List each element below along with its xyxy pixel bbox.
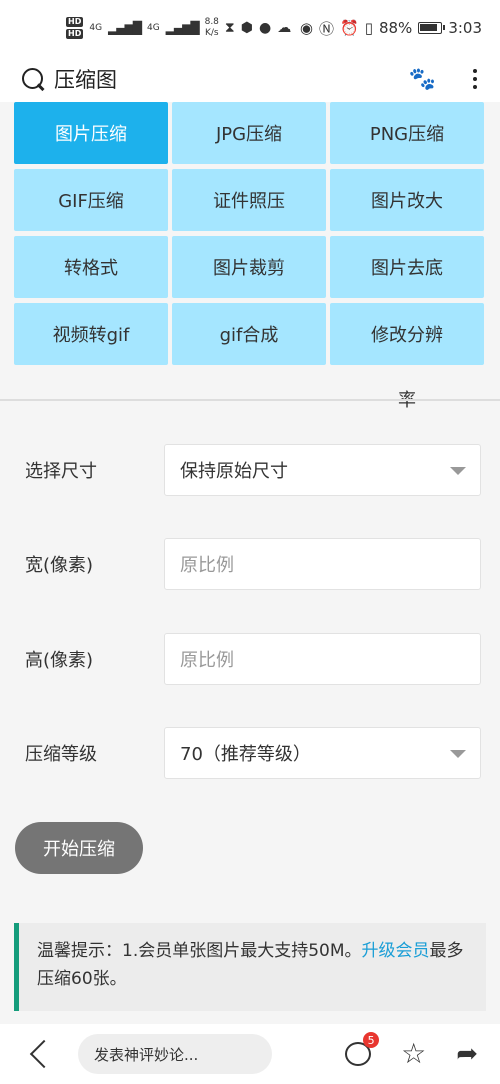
tool-tile-resolution[interactable]: 修改分辨 xyxy=(330,303,484,365)
tool-tile-gif[interactable]: GIF压缩 xyxy=(14,169,168,231)
section-divider xyxy=(0,399,500,401)
height-input-placeholder: 原比例 xyxy=(180,650,234,671)
star-icon[interactable]: ☆ xyxy=(401,1040,426,1068)
search-icon[interactable] xyxy=(20,66,46,92)
back-icon[interactable] xyxy=(29,1039,59,1069)
comment-count-badge: 5 xyxy=(363,1032,380,1048)
caret-down-icon xyxy=(450,467,466,475)
tip-text: 温馨提示：1.会员单张图片最大支持50M。 xyxy=(37,941,362,961)
size-select-value: 保持原始尺寸 xyxy=(180,461,288,482)
hd-badge-1: HD xyxy=(66,17,84,27)
upgrade-member-link[interactable]: 升级会员 xyxy=(362,941,430,961)
caret-down-icon xyxy=(450,750,466,758)
tool-tile-id-photo[interactable]: 证件照压 xyxy=(172,169,326,231)
comment-input[interactable]: 发表神评妙论... xyxy=(78,1034,272,1074)
hd-badge-2: HD xyxy=(66,29,84,39)
width-input-placeholder: 原比例 xyxy=(180,555,234,576)
chat-icon: ● xyxy=(258,20,272,36)
width-input[interactable]: 原比例 xyxy=(164,538,481,590)
level-select-value: 70（推荐等级） xyxy=(180,744,311,765)
tool-tile-jpg[interactable]: JPG压缩 xyxy=(172,102,326,164)
level-select[interactable]: 70（推荐等级） xyxy=(164,727,481,779)
size-select[interactable]: 保持原始尺寸 xyxy=(164,444,481,496)
tool-grid: 图片压缩 JPG压缩 PNG压缩 GIF压缩 证件照压 图片改大 转格式 图片裁… xyxy=(14,102,484,365)
level-label: 压缩等级 xyxy=(25,744,97,765)
clock: 3:03 xyxy=(448,19,482,37)
tip-box: 温馨提示：1.会员单张图片最大支持50M。升级会员最多压缩60张。 xyxy=(14,923,486,1011)
form-row-size: 选择尺寸 保持原始尺寸 xyxy=(0,444,500,496)
tool-tile-gif-merge[interactable]: gif合成 xyxy=(172,303,326,365)
hd-indicators: HD HD xyxy=(66,17,84,39)
nfc-icon: Ⓝ xyxy=(319,19,335,38)
status-right: ◉ Ⓝ ⏰ ▯ 88% 3:03 xyxy=(300,18,482,39)
network-type-2: 4G xyxy=(146,23,160,33)
start-compress-button[interactable]: 开始压缩 xyxy=(15,822,143,874)
form-row-level: 压缩等级 70（推荐等级） xyxy=(0,727,500,779)
comment-placeholder: 发表神评妙论... xyxy=(94,1045,199,1064)
eye-icon: ◉ xyxy=(299,19,313,37)
network-type-1: 4G xyxy=(89,23,103,33)
vibrate-icon: ▯ xyxy=(364,19,373,37)
battery-percent: 88% xyxy=(378,19,413,37)
signal-icon-1: ▂▄▆█ xyxy=(108,21,142,35)
header-actions: 🐾 xyxy=(409,67,480,92)
tool-tile-remove-bg[interactable]: 图片去底 xyxy=(330,236,484,298)
network-speed: 8.8 K/s xyxy=(204,17,219,38)
tool-tile-crop[interactable]: 图片裁剪 xyxy=(172,236,326,298)
bottom-actions: 5 ☆ ➦ xyxy=(345,1032,478,1068)
tool-tile-png[interactable]: PNG压缩 xyxy=(330,102,484,164)
height-label: 高(像素) xyxy=(25,650,94,671)
page-title: 压缩图 xyxy=(54,68,117,92)
width-label: 宽(像素) xyxy=(25,555,94,576)
status-bar: HD HD 4G ▂▄▆█ 4G ▂▄▆█ 8.8 K/s ⧗ ⬢ ● ☁ ◉ … xyxy=(0,0,500,56)
signal-icon-2: ▂▄▆█ xyxy=(165,21,200,35)
status-left: HD HD 4G ▂▄▆█ 4G ▂▄▆█ 8.8 K/s xyxy=(66,17,219,39)
bottom-bar: 发表神评妙论... 5 ☆ ➦ xyxy=(0,1024,500,1084)
tool-tile-compress[interactable]: 图片压缩 xyxy=(14,102,168,164)
paw-icon[interactable]: 🐾 xyxy=(409,67,436,92)
form-row-width: 宽(像素) 原比例 xyxy=(0,538,500,590)
tool-tile-enlarge[interactable]: 图片改大 xyxy=(330,169,484,231)
notification-icons: ⧗ ⬢ ● ☁ xyxy=(225,20,291,36)
share-icon[interactable]: ➦ xyxy=(456,1041,478,1067)
battery-icon xyxy=(418,22,446,34)
comment-icon[interactable]: 5 xyxy=(345,1032,380,1066)
hourglass-icon: ⧗ xyxy=(224,20,235,36)
tool-tile-video-gif[interactable]: 视频转gif xyxy=(14,303,168,365)
shield-icon: ⬢ xyxy=(240,20,253,36)
height-input[interactable]: 原比例 xyxy=(164,633,481,685)
more-vertical-icon[interactable] xyxy=(470,69,480,89)
app-header: 压缩图 🐾 xyxy=(0,56,500,102)
tool-tile-convert[interactable]: 转格式 xyxy=(14,236,168,298)
size-label: 选择尺寸 xyxy=(25,461,97,482)
form-row-height: 高(像素) 原比例 xyxy=(0,633,500,685)
cloud-icon: ☁ xyxy=(277,20,292,36)
alarm-icon: ⏰ xyxy=(340,19,359,37)
